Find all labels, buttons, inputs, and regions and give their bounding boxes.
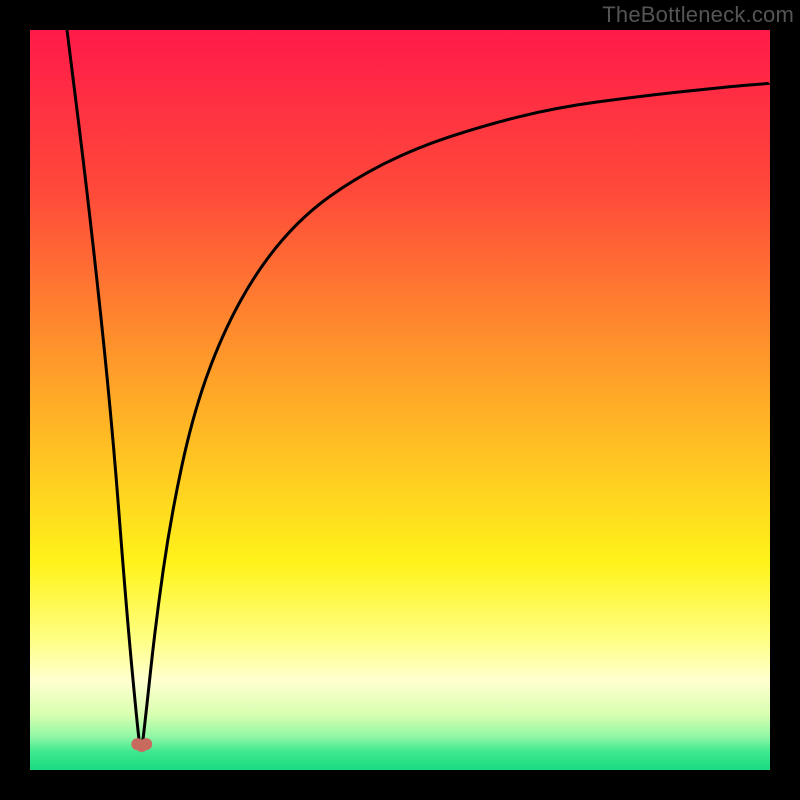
chart-frame: TheBottleneck.com bbox=[0, 0, 800, 800]
watermark-text: TheBottleneck.com bbox=[602, 2, 794, 28]
optimum-marker-dot bbox=[140, 738, 152, 750]
plot-area bbox=[30, 30, 770, 770]
bottleneck-curve bbox=[30, 30, 770, 770]
